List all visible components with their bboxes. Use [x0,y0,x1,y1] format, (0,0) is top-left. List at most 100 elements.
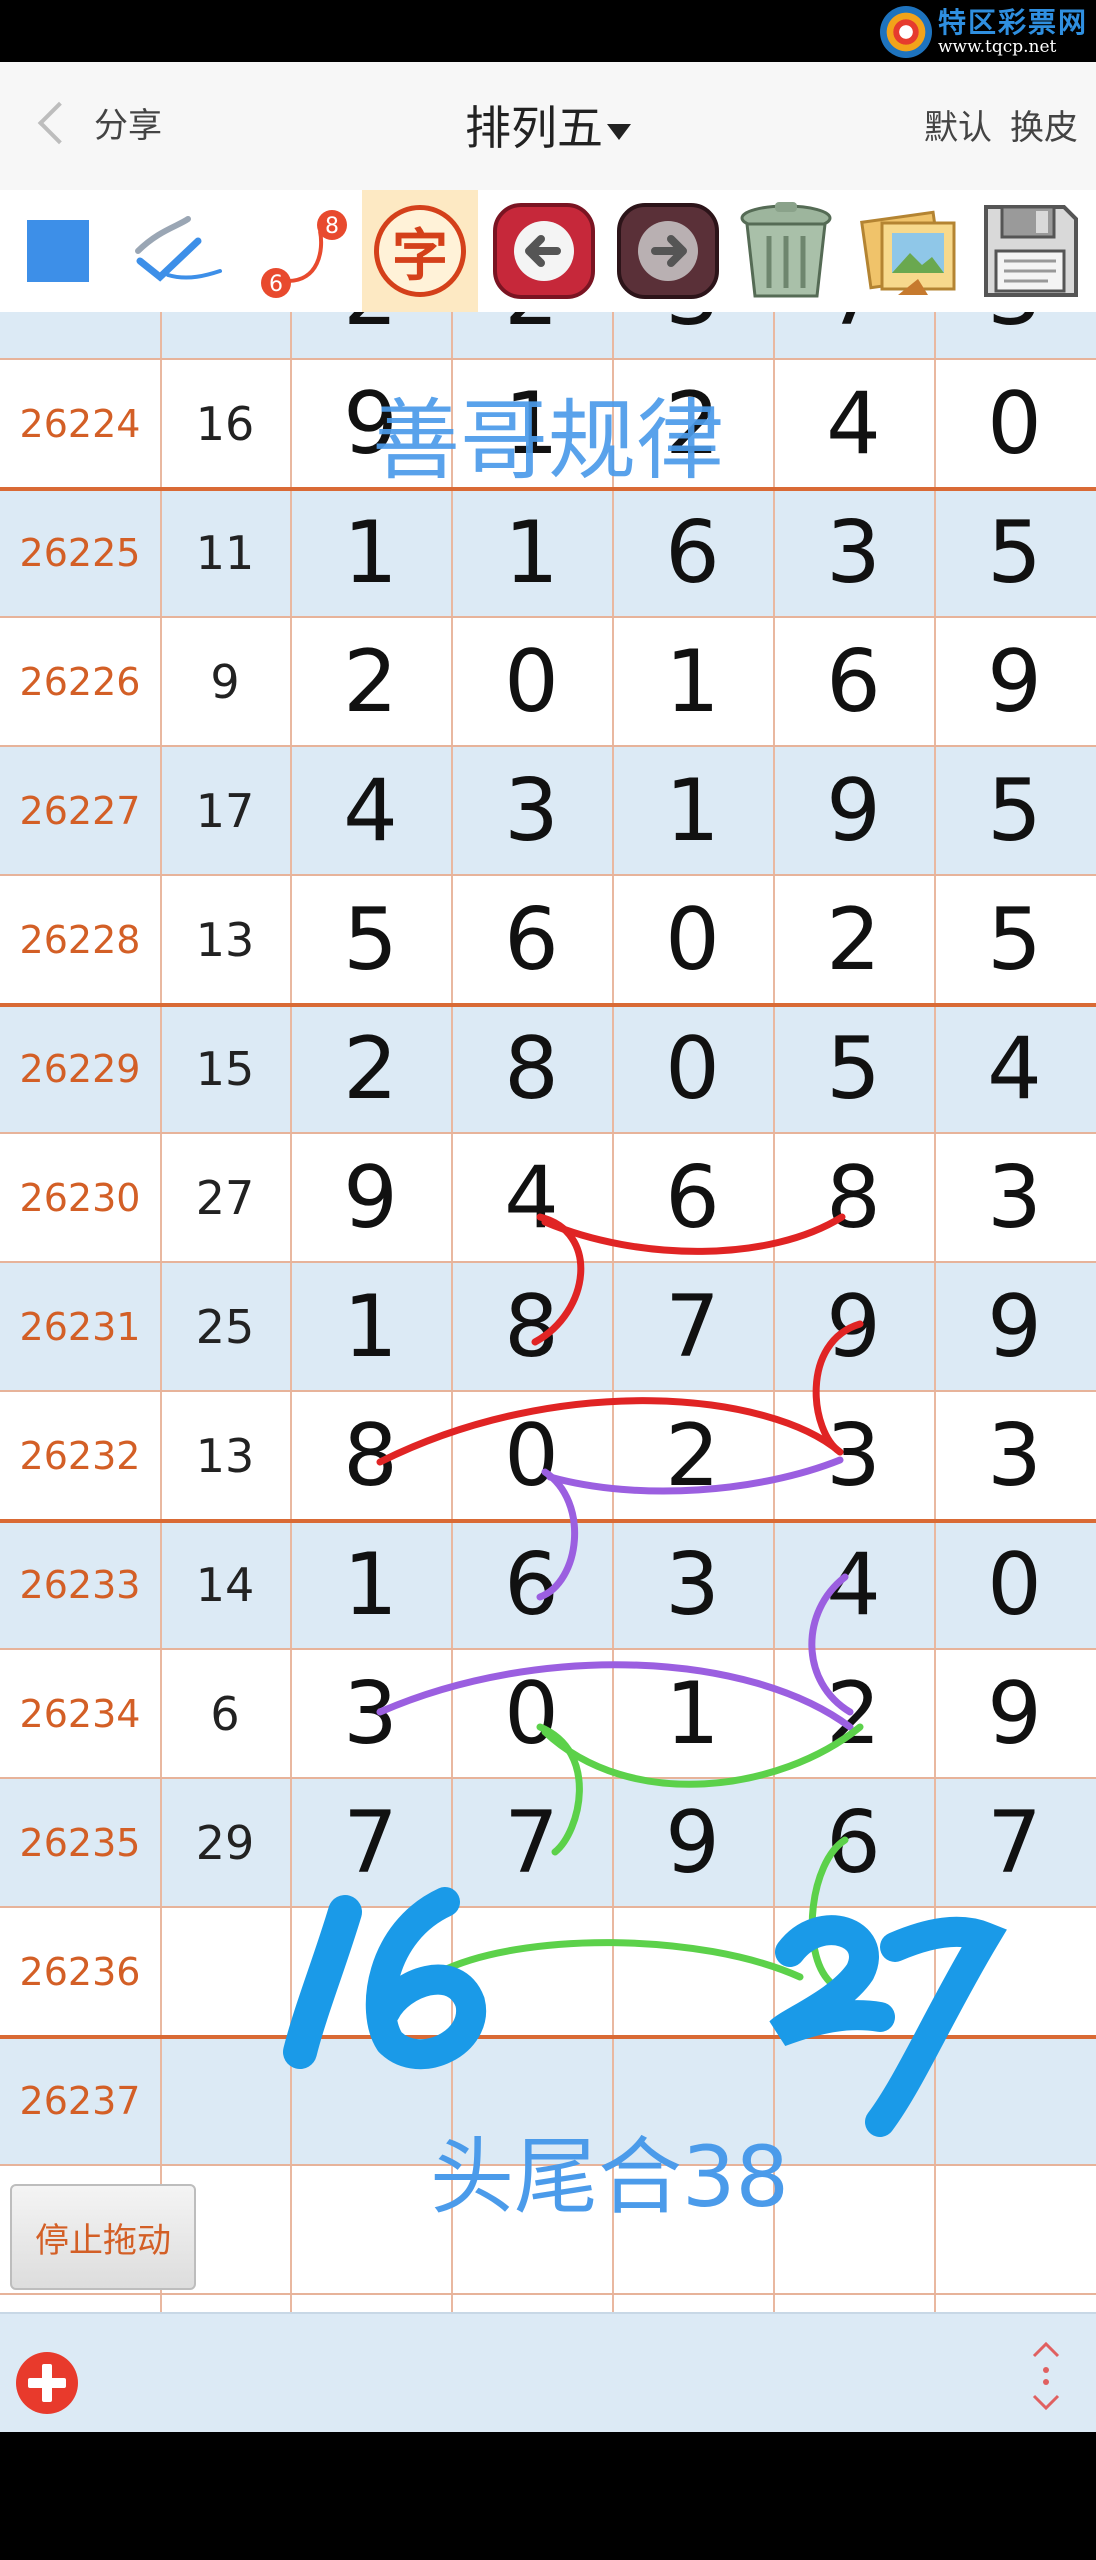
digit-cell[interactable]: 9 [290,1133,451,1262]
connect-tool[interactable]: 6 8 [240,190,356,312]
redo-button[interactable] [610,190,726,312]
color-square-tool[interactable] [0,190,116,312]
digit-cell[interactable] [773,2165,934,2294]
digit-cell[interactable]: 4 [290,746,451,875]
digit-cell[interactable]: 4 [451,1133,612,1262]
digit-cell[interactable]: 3 [934,1133,1095,1262]
digit-cell[interactable]: 0 [612,1004,773,1133]
digit-cell[interactable]: 3 [451,746,612,875]
digit-cell[interactable]: 6 [773,1778,934,1907]
digit-cell[interactable]: 3 [612,1520,773,1649]
digit-cell[interactable]: 5 [934,746,1095,875]
row-divider [0,1390,1096,1392]
resize-arrows-icon[interactable] [1026,2340,1066,2412]
digit-cell[interactable] [934,2165,1095,2294]
digit-cell[interactable]: 2 [773,875,934,1004]
digit-cell[interactable]: 8 [773,1133,934,1262]
digit-cell[interactable]: 0 [451,617,612,746]
digit-cell[interactable]: 0 [451,1649,612,1778]
digit-cell[interactable]: 9 [934,617,1095,746]
digit-cell[interactable] [451,1907,612,2036]
digit-cell[interactable]: 4 [934,1004,1095,1133]
results-grid[interactable]: 2622314223732622416912402622511116352622… [0,312,1096,2312]
digit-cell[interactable]: 7 [773,312,934,359]
digit-cell[interactable]: 3 [773,488,934,617]
table-row: 26232 13 8 0 2 3 3 [0,1391,1096,1520]
digit-cell[interactable]: 0 [934,1520,1095,1649]
digit-cell[interactable]: 6 [451,875,612,1004]
digit-cell[interactable]: 9 [290,359,451,488]
add-plus-icon[interactable] [16,2352,78,2414]
digit-cell[interactable] [934,2036,1095,2165]
digit-cell[interactable]: 0 [451,1391,612,1520]
text-char-icon: 字 [374,205,466,297]
digit-cell[interactable]: 4 [773,359,934,488]
digit-cell[interactable]: 0 [934,359,1095,488]
digit-cell[interactable]: 0 [612,875,773,1004]
trash-button[interactable] [728,190,844,312]
digit-cell[interactable]: 9 [612,1778,773,1907]
digit-cell[interactable]: 9 [934,1262,1095,1391]
digit-cell[interactable]: 2 [290,312,451,359]
digit-cell[interactable]: 2 [290,617,451,746]
digit-cell[interactable]: 3 [612,312,773,359]
digit-cell[interactable] [290,2036,451,2165]
save-button[interactable] [972,190,1088,312]
digit-cell[interactable]: 2 [451,312,612,359]
digit-cell[interactable] [612,1907,773,2036]
digit-cell[interactable]: 6 [612,488,773,617]
digit-cell[interactable]: 6 [451,1520,612,1649]
digit-cell[interactable]: 2 [290,1004,451,1133]
digit-cell[interactable]: 7 [290,1778,451,1907]
digit-cell[interactable]: 2 [773,1649,934,1778]
digit-cell[interactable]: 4 [773,1520,934,1649]
digit-cell[interactable]: 7 [612,1262,773,1391]
digit-cell[interactable] [290,1907,451,2036]
digit-cell[interactable]: 9 [773,746,934,875]
digit-cell[interactable]: 1 [612,1649,773,1778]
digit-cell[interactable]: 2 [612,1391,773,1520]
images-button[interactable] [852,190,968,312]
digit-cell[interactable]: 7 [934,1778,1095,1907]
digit-cell[interactable]: 2 [612,359,773,488]
digit-cell[interactable]: 1 [612,746,773,875]
digit-cell[interactable] [773,1907,934,2036]
digit-cell[interactable]: 6 [612,1133,773,1262]
digit-cell[interactable]: 3 [290,1649,451,1778]
digit-cell[interactable]: 1 [612,617,773,746]
digit-cell[interactable]: 5 [773,1004,934,1133]
digit-cell[interactable]: 9 [773,1262,934,1391]
digit-cell[interactable]: 3 [934,312,1095,359]
digit-cell[interactable] [451,2036,612,2165]
digit-cell[interactable]: 8 [451,1262,612,1391]
stop-drag-button[interactable]: 停止拖动 [10,2184,196,2290]
digit-cell[interactable]: 1 [451,359,612,488]
undo-button[interactable] [486,190,602,312]
digit-sum: 16 [195,396,255,451]
digit-cell[interactable]: 5 [934,488,1095,617]
digit-cell[interactable] [612,2036,773,2165]
digit-cell[interactable]: 1 [290,488,451,617]
digit-cell[interactable]: 9 [934,1649,1095,1778]
text-tool[interactable]: 字 [362,190,478,312]
digit-cell[interactable] [290,2165,451,2294]
digit-cell[interactable]: 5 [290,875,451,1004]
digit-cell[interactable]: 3 [773,1391,934,1520]
row-divider [0,616,1096,618]
digit-cell[interactable]: 1 [290,1262,451,1391]
pen-tool[interactable] [120,190,236,312]
digit-cell[interactable]: 7 [451,1778,612,1907]
digit-cell[interactable] [612,2165,773,2294]
digit-cell[interactable] [451,2165,612,2294]
skin-button[interactable]: 换皮 [1010,100,1078,149]
digit-cell[interactable]: 5 [934,875,1095,1004]
digit-cell[interactable] [934,1907,1095,2036]
default-button[interactable]: 默认 [924,100,992,149]
digit-cell[interactable]: 3 [934,1391,1095,1520]
digit-cell[interactable]: 1 [451,488,612,617]
digit-cell[interactable]: 6 [773,617,934,746]
digit-cell[interactable]: 1 [290,1520,451,1649]
digit-cell[interactable] [773,2036,934,2165]
digit-cell[interactable]: 8 [290,1391,451,1520]
digit-cell[interactable]: 8 [451,1004,612,1133]
